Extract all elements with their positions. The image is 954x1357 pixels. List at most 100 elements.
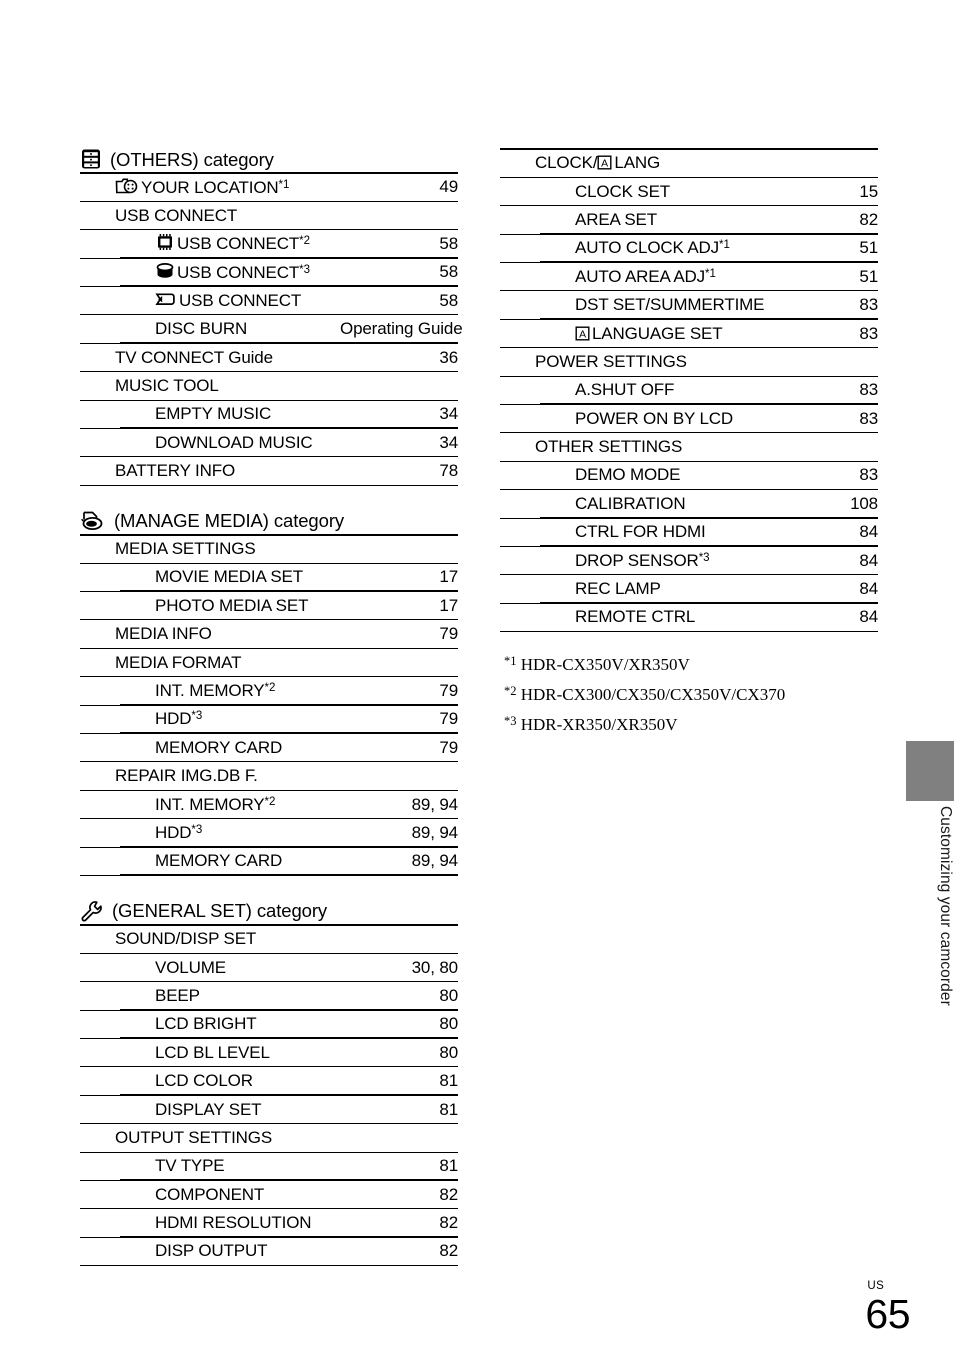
toc-row[interactable]: OTHER SETTINGS <box>500 433 878 462</box>
toc-row[interactable]: YOUR LOCATION*1 49 <box>80 173 458 202</box>
toc-row-label-cell: INT. MEMORY*2 <box>80 790 340 819</box>
toc-row[interactable]: DISP OUTPUT 82 <box>80 1237 458 1266</box>
toc-row[interactable]: MEMORY CARD 89, 94 <box>80 847 458 876</box>
toc-row[interactable]: AUTO CLOCK ADJ*1 51 <box>500 234 878 263</box>
toc-row[interactable]: PHOTO MEDIA SET 17 <box>80 592 458 620</box>
category-heading-label: (GENERAL SET) category <box>112 900 328 922</box>
toc-row[interactable]: MOVIE MEDIA SET 17 <box>80 563 458 592</box>
toc-row[interactable]: USB CONNECT*3 58 <box>80 258 458 287</box>
toc-row-page: 84 <box>760 546 878 575</box>
toc-row[interactable]: TV TYPE 81 <box>80 1152 458 1181</box>
toc-row[interactable]: USB CONNECT <box>80 201 458 230</box>
toc-row-label-cell: CTRL FOR HDMI <box>500 518 760 547</box>
toc-row[interactable]: INT. MEMORY*2 79 <box>80 677 458 706</box>
toc-row-label-cell: REPAIR IMG.DB F. <box>80 762 340 790</box>
toc-row[interactable]: OUTPUT SETTINGS <box>80 1124 458 1153</box>
toc-row[interactable]: LCD BL LEVEL 80 <box>80 1039 458 1067</box>
toc-row-page: 30, 80 <box>340 953 458 982</box>
toc-row-label: DEMO MODE <box>575 465 681 485</box>
toc-row-label-cell: AUTO CLOCK ADJ*1 <box>500 234 760 263</box>
toc-row-page: 36 <box>439 347 458 367</box>
footnote-marker: *3 <box>191 823 203 836</box>
toc-row[interactable]: CTRL FOR HDMI 84 <box>500 518 878 547</box>
toc-row-label: LCD BRIGHT <box>155 1014 257 1034</box>
toc-row-label: A.SHUT OFF <box>575 380 675 400</box>
toc-row[interactable]: BEEP 80 <box>80 982 458 1011</box>
others-category-icon <box>82 149 100 169</box>
toc-row[interactable]: MEDIA INFO 79 <box>80 620 458 649</box>
toc-row-label-cell: TV TYPE <box>80 1152 340 1181</box>
toc-row[interactable]: POWER ON BY LCD 83 <box>500 405 878 433</box>
toc-row[interactable]: DST SET/SUMMERTIME 83 <box>500 291 878 320</box>
page-root: (OTHERS) category YOUR LOCATION*1 49 USB CO… <box>0 0 954 1357</box>
toc-row-label-cell: A LANGUAGE SET <box>500 319 760 348</box>
toc-row[interactable]: AREA SET 82 <box>500 206 878 235</box>
toc-row-page: 83 <box>760 291 878 320</box>
toc-row-page: 84 <box>760 575 878 604</box>
toc-row-label-cell: USB CONNECT*3 <box>80 258 340 287</box>
toc-row[interactable]: EMPTY MUSIC 34 <box>80 400 458 429</box>
toc-row-label: REMOTE CTRL <box>575 607 696 627</box>
toc-row[interactable]: A.SHUT OFF 83 <box>500 376 878 405</box>
toc-row-page: Operating Guide <box>340 315 463 344</box>
toc-row[interactable]: MEDIA SETTINGS <box>80 535 458 564</box>
toc-row-label: LANG <box>614 153 661 173</box>
toc-row[interactable]: REPAIR IMG.DB F. <box>80 762 458 791</box>
toc-row-page: 79 <box>340 734 458 762</box>
toc-row-label: LANGUAGE SET <box>592 323 723 343</box>
toc-row[interactable]: DOWNLOAD MUSIC 34 <box>80 429 458 457</box>
toc-row[interactable]: MEMORY CARD 79 <box>80 734 458 762</box>
toc-row[interactable]: MEDIA FORMAT <box>80 648 458 677</box>
toc-row-label: HDMI RESOLUTION <box>155 1213 312 1233</box>
toc-row[interactable]: CALIBRATION 108 <box>500 490 878 519</box>
toc-row-label: DOWNLOAD MUSIC <box>155 432 313 452</box>
toc-row[interactable]: HDD*3 89, 94 <box>80 819 458 848</box>
toc-row-label-cell: OTHER SETTINGS <box>500 433 760 461</box>
toc-row[interactable]: REMOTE CTRL 84 <box>500 603 878 632</box>
toc-row[interactable]: MUSIC TOOL <box>80 372 458 401</box>
toc-row[interactable]: CLOCK SET 15 <box>500 177 878 206</box>
toc-row-page: 81 <box>340 1095 458 1124</box>
category-heading: (GENERAL SET) category <box>80 900 458 924</box>
toc-row[interactable]: A LANGUAGE SET 83 <box>500 319 878 348</box>
toc-row-label-cell: EMPTY MUSIC <box>80 400 340 429</box>
toc-row-label-cell: INT. MEMORY*2 <box>80 677 340 706</box>
toc-row[interactable]: USB CONNECT 58 <box>80 287 458 315</box>
toc-row-page: 82 <box>340 1237 458 1266</box>
toc-row[interactable]: HDD*3 79 <box>80 705 458 734</box>
toc-row-label: TV CONNECT Guide <box>115 347 273 367</box>
toc-row-label-cell: COMPONENT <box>80 1181 340 1209</box>
toc-row[interactable]: USB CONNECT*2 58 <box>80 230 458 259</box>
toc-row-label: HDD <box>155 822 192 842</box>
toc-row-label: INT. MEMORY <box>155 680 265 700</box>
toc-row[interactable]: CLOCK/A LANG <box>500 149 878 178</box>
toc-row[interactable]: REC LAMP 84 <box>500 575 878 604</box>
toc-row[interactable]: DISPLAY SET 81 <box>80 1095 458 1124</box>
toc-row[interactable]: DROP SENSOR*3 84 <box>500 546 878 575</box>
toc-row[interactable]: INT. MEMORY*2 89, 94 <box>80 790 458 819</box>
footnote-marker: *1 <box>719 239 730 252</box>
toc-row[interactable]: COMPONENT 82 <box>80 1181 458 1209</box>
footnote-marker: *2 <box>299 235 310 248</box>
memory-card-icon <box>155 293 175 306</box>
toc-row[interactable]: LCD COLOR 81 <box>80 1067 458 1096</box>
footnotes-block: *1 HDR-CX350V/XR350V *2 HDR-CX300/CX350/C… <box>504 648 785 738</box>
toc-row[interactable]: DISC BURN Operating Guide <box>80 315 463 344</box>
toc-row[interactable]: BATTERY INFO 78 <box>80 457 458 486</box>
toc-row[interactable]: AUTO AREA ADJ*1 51 <box>500 263 878 291</box>
toc-row[interactable]: TV CONNECT Guide 36 <box>80 343 458 372</box>
toc-row-label: REC LAMP <box>575 579 661 599</box>
footnote-line: *1 HDR-CX350V/XR350V <box>504 648 785 678</box>
category-heading-label: (MANAGE MEDIA) category <box>114 510 345 532</box>
toc-row-label: MEMORY CARD <box>155 851 283 871</box>
toc-row[interactable]: SOUND/DISP SET <box>80 925 458 954</box>
toc-row[interactable]: HDMI RESOLUTION 82 <box>80 1209 458 1238</box>
toc-row[interactable]: POWER SETTINGS <box>500 348 878 377</box>
toc-row-label-cell: DISPLAY SET <box>80 1095 340 1124</box>
toc-row-page: 80 <box>340 1039 458 1067</box>
toc-row-page: 80 <box>340 1010 458 1039</box>
toc-row-page: 82 <box>760 206 878 235</box>
toc-row[interactable]: DEMO MODE 83 <box>500 461 878 490</box>
toc-row[interactable]: VOLUME 30, 80 <box>80 953 458 982</box>
toc-row[interactable]: LCD BRIGHT 80 <box>80 1010 458 1039</box>
